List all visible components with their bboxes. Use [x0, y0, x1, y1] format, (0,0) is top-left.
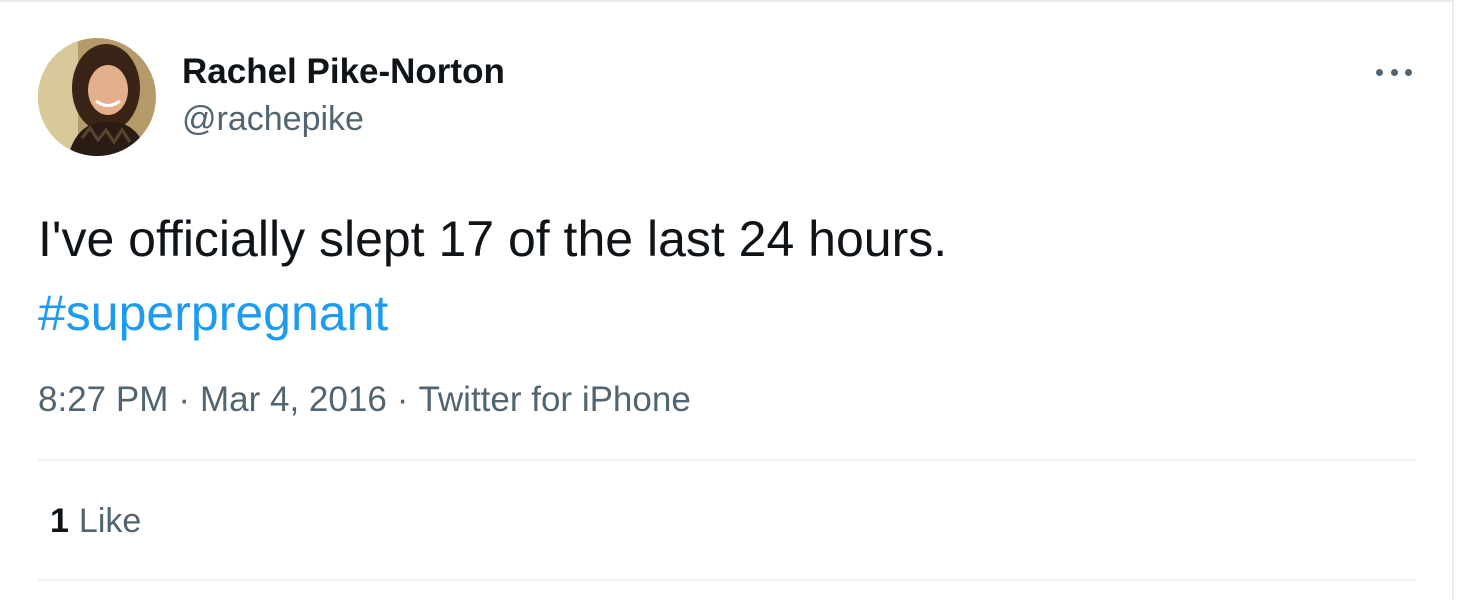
tweet-metadata: 8:27 PM · Mar 4, 2016 · Twitter for iPhone: [38, 378, 691, 422]
meta-separator: ·: [396, 380, 409, 419]
tweet-text-line: I've officially slept 17 of the last 24 …: [38, 211, 948, 267]
author-handle[interactable]: @rachepike: [182, 99, 364, 139]
hashtag-link[interactable]: #superpregnant: [38, 285, 388, 341]
tweet-card: Rachel Pike-Norton @rachepike I've offic…: [0, 0, 1454, 600]
likes-count: 1: [50, 502, 69, 540]
avatar-image: [38, 38, 156, 156]
avatar[interactable]: [38, 38, 156, 156]
tweet-source-link[interactable]: Twitter for iPhone: [418, 380, 690, 419]
more-dot: [1390, 68, 1398, 76]
meta-separator: ·: [178, 380, 191, 419]
more-dot: [1405, 68, 1412, 76]
divider: [38, 579, 1416, 581]
author-display-name[interactable]: Rachel Pike-Norton: [182, 52, 505, 92]
tweet-time-link[interactable]: 8:27 PM · Mar 4, 2016: [38, 380, 387, 419]
more-options-icon[interactable]: [1372, 58, 1416, 86]
tweet-text: I've officially slept 17 of the last 24 …: [38, 202, 1418, 350]
tweet-date: Mar 4, 2016: [200, 380, 387, 419]
tweet-time: 8:27 PM: [38, 380, 169, 419]
divider: [38, 459, 1416, 461]
likes-label: Like: [78, 502, 142, 540]
likes-link[interactable]: 1 Like: [50, 500, 141, 542]
more-dot: [1376, 68, 1383, 76]
